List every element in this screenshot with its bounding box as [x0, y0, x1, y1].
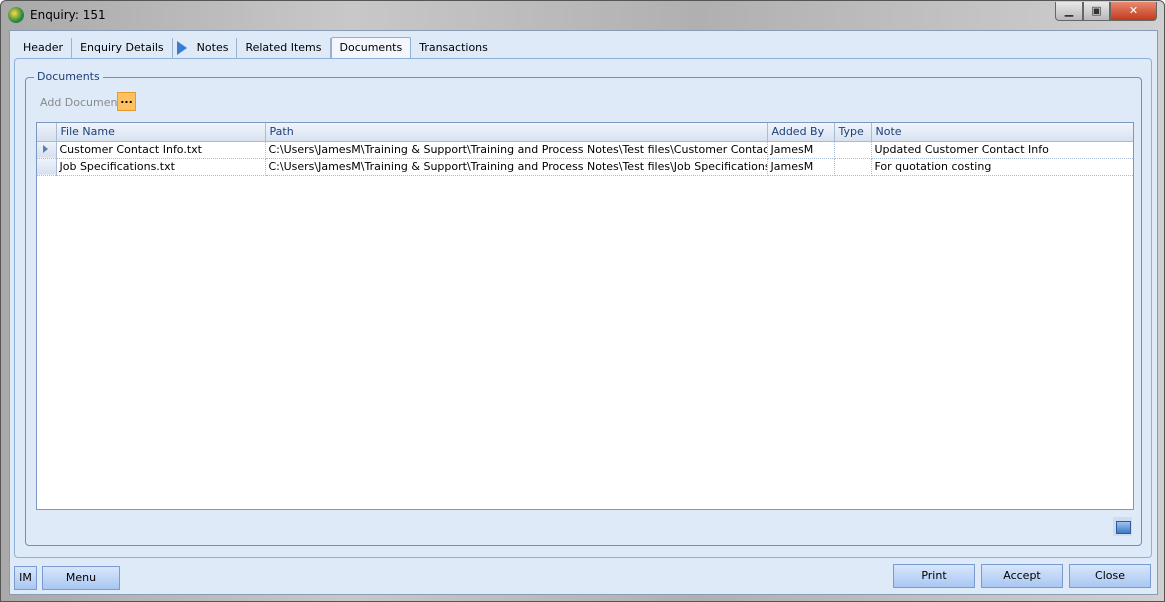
row-indicator-header — [37, 123, 57, 142]
tab-strip: Header Enquiry Details Notes Related Ite… — [15, 37, 496, 59]
tab-related-items[interactable]: Related Items — [237, 38, 331, 58]
column-header-path[interactable]: Path — [265, 123, 768, 142]
im-button[interactable]: IM — [14, 566, 37, 590]
cell-type[interactable] — [834, 141, 872, 159]
close-window-button[interactable]: ✕ — [1110, 2, 1157, 21]
cell-path[interactable]: C:\Users\JamesM\Training & Support\Train… — [265, 158, 768, 176]
close-button[interactable]: Close — [1069, 564, 1151, 588]
title-bar: Enquiry: 151 ▁ ▣ ✕ — [1, 1, 1164, 29]
accept-button[interactable]: Accept — [981, 564, 1063, 588]
column-header-type[interactable]: Type — [834, 123, 872, 142]
cell-file-name[interactable]: Job Specifications.txt — [56, 158, 266, 176]
tab-notes[interactable]: Notes — [173, 38, 238, 58]
tab-notes-label: Notes — [196, 41, 229, 54]
current-row-arrow-icon — [43, 145, 48, 153]
cell-note[interactable]: For quotation costing — [871, 158, 1133, 176]
documents-grid: File Name Path Added By Type Note Custom… — [36, 122, 1134, 510]
tab-header[interactable]: Header — [15, 38, 73, 58]
cell-added-by[interactable]: JamesM — [767, 158, 835, 176]
cell-added-by[interactable]: JamesM — [767, 141, 835, 159]
table-row[interactable]: Customer Contact Info.txt C:\Users\James… — [37, 141, 1133, 159]
play-arrow-icon — [176, 41, 187, 55]
cell-type[interactable] — [834, 158, 872, 176]
cell-file-name[interactable]: Customer Contact Info.txt — [56, 141, 266, 159]
documents-group: Documents Add Document ... File Name Pat… — [25, 70, 1142, 546]
column-header-added-by[interactable]: Added By — [767, 123, 835, 142]
cell-note[interactable]: Updated Customer Contact Info — [871, 141, 1133, 159]
window-title: Enquiry: 151 — [30, 8, 106, 22]
row-indicator[interactable] — [37, 158, 57, 176]
column-header-file-name[interactable]: File Name — [56, 123, 266, 142]
cell-path[interactable]: C:\Users\JamesM\Training & Support\Train… — [265, 141, 768, 159]
open-document-icon[interactable] — [1113, 517, 1132, 536]
minimize-button[interactable]: ▁ — [1055, 2, 1083, 21]
tab-enquiry-details[interactable]: Enquiry Details — [72, 38, 173, 58]
tab-documents[interactable]: Documents — [330, 37, 412, 59]
add-document-label: Add Document — [40, 96, 122, 109]
table-row[interactable]: Job Specifications.txt C:\Users\JamesM\T… — [37, 158, 1133, 176]
maximize-button[interactable]: ▣ — [1083, 2, 1110, 21]
print-button[interactable]: Print — [893, 564, 975, 588]
group-label: Documents — [34, 70, 103, 83]
client-area: Header Enquiry Details Notes Related Ite… — [9, 30, 1158, 595]
documents-panel: Documents Add Document ... File Name Pat… — [14, 58, 1152, 558]
enquiry-window: Enquiry: 151 ▁ ▣ ✕ Header Enquiry Detail… — [0, 0, 1165, 602]
row-indicator[interactable] — [37, 141, 57, 159]
column-header-note[interactable]: Note — [871, 123, 1133, 142]
menu-button[interactable]: Menu — [42, 566, 120, 590]
app-icon — [8, 7, 24, 23]
add-document-button[interactable]: ... — [117, 92, 136, 111]
tab-transactions[interactable]: Transactions — [411, 38, 496, 58]
